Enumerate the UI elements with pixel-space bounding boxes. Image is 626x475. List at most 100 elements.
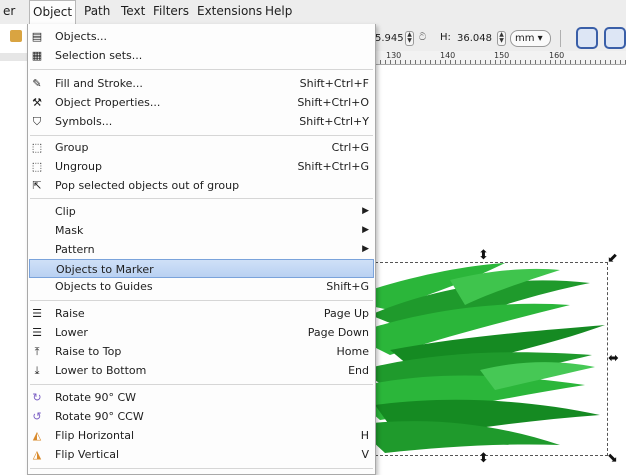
menu-item-label: Objects to Guides: [55, 280, 153, 293]
menu-object[interactable]: Object: [29, 0, 77, 24]
object-properties-icon: ⚒: [32, 96, 42, 109]
menu-item-shortcut: H: [360, 429, 369, 442]
menu-item-shortcut: Ctrl+G: [331, 141, 369, 154]
menu-item-shortcut: V: [361, 448, 369, 461]
object-menu-dropdown: ▤ Objects... ▦ Selection sets... ✎ Fill …: [27, 24, 376, 475]
h-spin-icon[interactable]: ▲ ▼: [497, 31, 506, 46]
menu-item-label: Mask: [55, 224, 84, 237]
menu-item-mask[interactable]: Mask ▶: [28, 221, 375, 240]
unit-value: mm: [515, 33, 535, 44]
ruler-label: 160: [549, 51, 565, 60]
menu-separator: [30, 468, 373, 469]
fill-stroke-icon: ✎: [32, 77, 42, 90]
menu-view-truncated[interactable]: er: [0, 0, 18, 22]
toolbox-strip: [0, 24, 27, 474]
unit-select[interactable]: mm ▾: [510, 30, 551, 47]
menu-separator: [30, 69, 373, 70]
menu-item-label: Rotate 90° CW: [55, 391, 137, 404]
lower-icon: ☰: [32, 326, 42, 339]
menu-item-rotate-cw[interactable]: ↻ Rotate 90° CW: [28, 388, 375, 407]
menu-item-label: Pattern: [55, 243, 95, 256]
submenu-arrow-icon: ▶: [362, 244, 369, 254]
menu-item-rotate-ccw[interactable]: ↺ Rotate 90° CCW: [28, 407, 375, 426]
h-label: H:: [440, 32, 451, 43]
menu-separator: [30, 384, 373, 385]
menu-item-label: Symbols...: [55, 115, 113, 128]
menu-item-label: Fill and Stroke...: [55, 77, 143, 90]
menu-item-selection-sets[interactable]: ▦ Selection sets...: [28, 46, 375, 65]
menu-separator: [30, 300, 373, 301]
menu-item-shortcut: Page Up: [323, 307, 369, 320]
raise-icon: ☰: [32, 307, 42, 320]
menu-item-label: Flip Vertical: [55, 448, 120, 461]
scale-handle-right-icon[interactable]: ⬌: [608, 352, 619, 365]
menu-item-lower[interactable]: ☰ Lower Page Down: [28, 323, 375, 342]
menu-item-pattern[interactable]: Pattern ▶: [28, 240, 375, 259]
menu-item-shortcut: Page Down: [307, 326, 369, 339]
scale-handle-bottom-icon[interactable]: ⬍: [478, 452, 489, 465]
group-icon: ⬚: [31, 141, 43, 154]
lower-bottom-icon: ⤓: [34, 364, 40, 377]
x-value-field[interactable]: 5.945: [373, 31, 404, 46]
raise-top-icon: ⤒: [34, 345, 40, 358]
menu-item-label: Pop selected objects out of group: [55, 179, 240, 192]
menu-item-flip-vertical[interactable]: ◮ Flip Vertical V: [28, 445, 375, 464]
ruler-corner: [0, 53, 27, 61]
menu-item-label: Raise: [55, 307, 85, 320]
symbols-icon: ⛉: [32, 115, 42, 128]
menu-item-label: Group: [55, 141, 89, 154]
scale-corners-toggle-icon[interactable]: [604, 27, 626, 49]
submenu-arrow-icon: ▶: [362, 206, 369, 216]
lock-icon[interactable]: ට: [419, 32, 426, 43]
menu-item-shortcut: Shift+G: [326, 280, 369, 293]
menu-item-ungroup[interactable]: ⬚ Ungroup Shift+Ctrl+G: [28, 157, 375, 176]
menu-text[interactable]: Text: [118, 0, 148, 22]
scale-handle-corner-top-right-icon[interactable]: ⬋: [607, 252, 618, 265]
menu-item-shortcut: Shift+Ctrl+G: [297, 160, 369, 173]
menu-item-label: Flip Horizontal: [55, 429, 135, 442]
x-spin-icon[interactable]: ▲ ▼: [405, 31, 414, 46]
menu-item-fill-stroke[interactable]: ✎ Fill and Stroke... Shift+Ctrl+F: [28, 74, 375, 93]
menu-item-label: Objects...: [55, 30, 108, 43]
menu-help[interactable]: Help: [262, 0, 295, 22]
menu-item-label: Lower to Bottom: [55, 364, 147, 377]
toolbar-divider: [560, 30, 561, 47]
tool-icon[interactable]: [10, 30, 22, 42]
menu-item-lower-to-bottom[interactable]: ⤓ Lower to Bottom End: [28, 361, 375, 380]
ruler-label: 150: [494, 51, 510, 60]
flip-horizontal-icon: ◭: [32, 429, 42, 442]
scale-handle-top-icon[interactable]: ⬍: [478, 249, 489, 262]
scale-stroke-toggle-icon[interactable]: [576, 27, 598, 49]
menu-item-objects[interactable]: ▤ Objects...: [28, 27, 375, 46]
menu-item-label: Selection sets...: [55, 49, 143, 62]
menu-item-label: Rotate 90° CCW: [55, 410, 144, 423]
menu-item-shortcut: Shift+Ctrl+O: [297, 96, 369, 109]
menu-item-shortcut: Home: [336, 345, 369, 358]
menu-item-raise-to-top[interactable]: ⤒ Raise to Top Home: [28, 342, 375, 361]
menu-item-label: Clip: [55, 205, 76, 218]
menu-bar: er Object Path Text Filters Extensions H…: [0, 0, 626, 25]
ungroup-icon: ⬚: [31, 160, 43, 173]
menu-item-objects-to-guides[interactable]: Objects to Guides Shift+G: [28, 277, 375, 296]
menu-extensions[interactable]: Extensions: [194, 0, 265, 22]
scale-handle-corner-bottom-right-icon[interactable]: ⬊: [607, 452, 618, 465]
menu-filters[interactable]: Filters: [150, 0, 192, 22]
submenu-arrow-icon: ▶: [362, 225, 369, 235]
menu-separator: [30, 198, 373, 199]
menu-path[interactable]: Path: [81, 0, 113, 22]
menu-item-shortcut: End: [348, 364, 369, 377]
menu-item-clip[interactable]: Clip ▶: [28, 202, 375, 221]
menu-item-label: Raise to Top: [55, 345, 122, 358]
menu-item-label: Ungroup: [55, 160, 102, 173]
menu-item-flip-horizontal[interactable]: ◭ Flip Horizontal H: [28, 426, 375, 445]
menu-item-object-properties[interactable]: ⚒ Object Properties... Shift+Ctrl+O: [28, 93, 375, 112]
menu-item-raise[interactable]: ☰ Raise Page Up: [28, 304, 375, 323]
pop-out-icon: ⇱: [32, 179, 42, 192]
menu-item-group[interactable]: ⬚ Group Ctrl+G: [28, 138, 375, 157]
menu-item-pop-out-of-group[interactable]: ⇱ Pop selected objects out of group: [28, 176, 375, 195]
menu-item-shortcut: Shift+Ctrl+F: [299, 77, 369, 90]
menu-item-objects-to-marker[interactable]: Objects to Marker: [29, 259, 374, 278]
menu-item-label: Lower: [55, 326, 88, 339]
menu-item-symbols[interactable]: ⛉ Symbols... Shift+Ctrl+Y: [28, 112, 375, 131]
h-value-field[interactable]: 36.048: [455, 31, 495, 46]
